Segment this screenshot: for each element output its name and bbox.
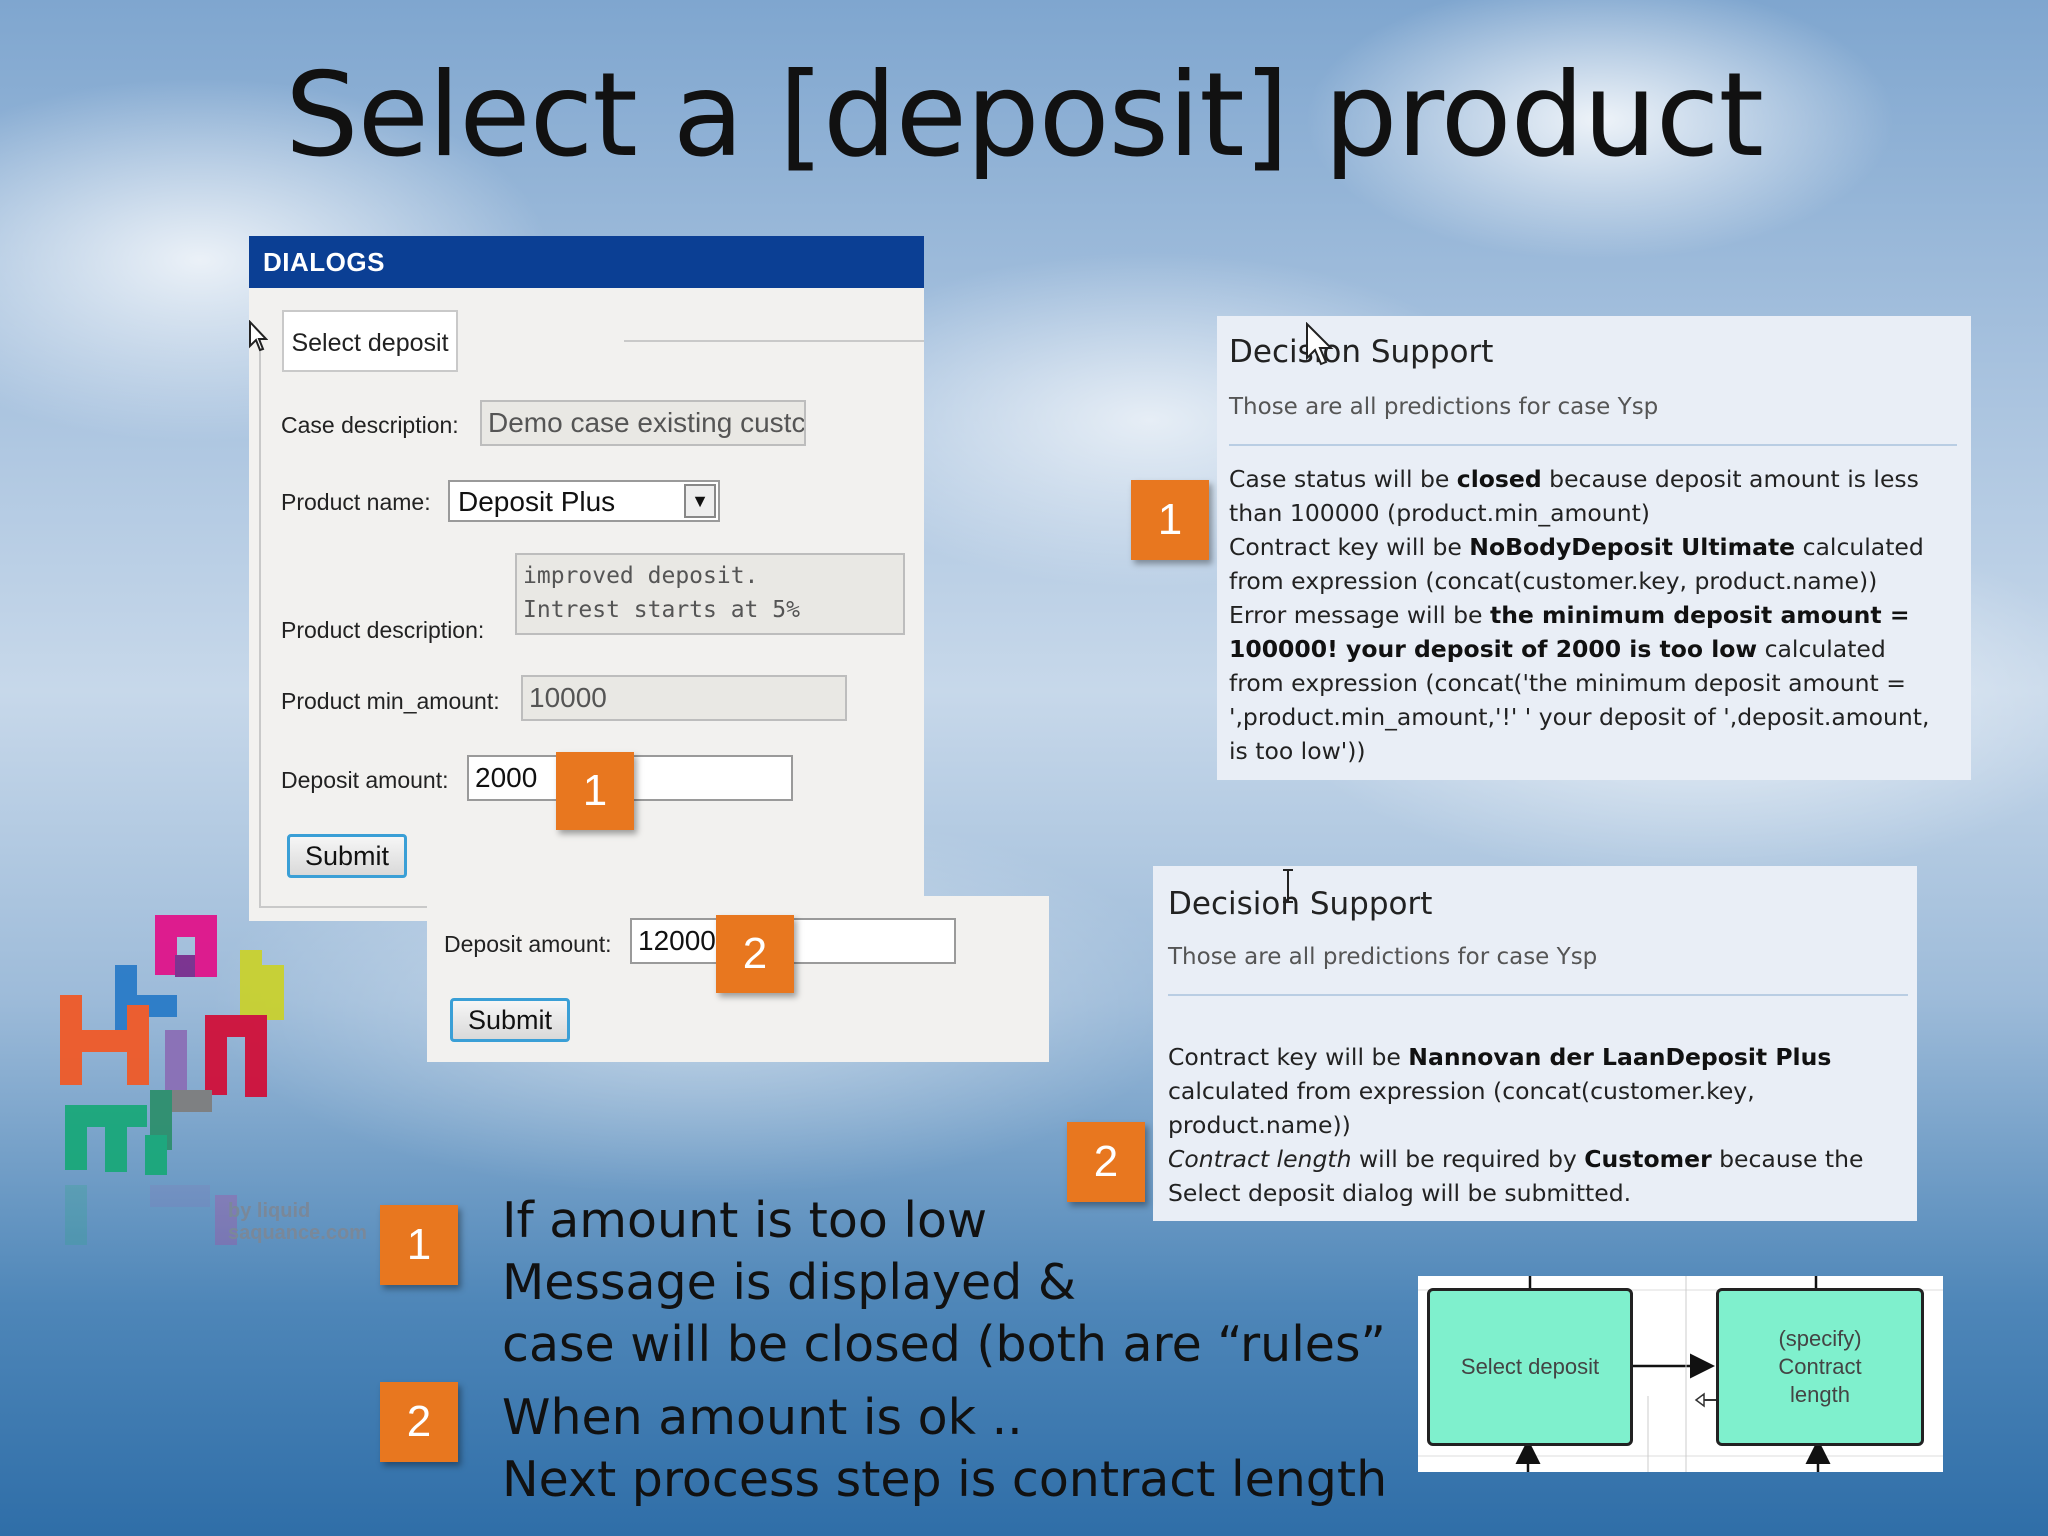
process-step-contract-length[interactable]: (specify) Contract length	[1716, 1288, 1924, 1446]
tab-select-deposit[interactable]: Select deposit	[282, 310, 458, 372]
product-name-label: Product name:	[281, 489, 431, 515]
pointer-cursor-icon	[249, 320, 268, 352]
decision-support-subtitle: Those are all predictions for case Ysp	[1229, 394, 1659, 420]
product-min-amount-field[interactable]: 10000	[521, 675, 847, 721]
product-description-field[interactable]: improved deposit. Intrest starts at 5%	[515, 553, 905, 635]
logo-caption: by liquid saquance.com	[228, 1200, 367, 1244]
tab-divider	[624, 340, 924, 342]
process-step-select-deposit[interactable]: Select deposit	[1427, 1288, 1633, 1446]
badge-1-input: 1	[556, 752, 634, 830]
submit-button-2[interactable]: Submit	[450, 998, 570, 1042]
product-name-select[interactable]: Deposit Plus ▼	[448, 480, 720, 522]
decision-support-panel-2: Decision Support Those are all predictio…	[1153, 866, 1917, 1221]
deposit-amount-label: Deposit amount:	[281, 767, 449, 793]
prediction-text: Contract key will be Nannovan der LaanDe…	[1168, 1043, 1864, 1207]
decision-support-title: Decision Support	[1168, 886, 1433, 922]
bullet-1-text: If amount is too low Message is displaye…	[502, 1192, 1386, 1373]
case-description-field[interactable]: Demo case existing custc	[480, 400, 806, 446]
badge-2-input: 2	[716, 915, 794, 993]
product-description-line: Intrest starts at 5%	[523, 597, 800, 623]
prediction-text: Case status will be closed because depos…	[1229, 465, 1930, 765]
product-name-value: Deposit Plus	[458, 486, 616, 517]
divider	[1168, 994, 1908, 996]
product-min-amount-label: Product min_amount:	[281, 688, 500, 714]
badge-1-bullet: 1	[380, 1205, 458, 1285]
product-description-label: Product description:	[281, 617, 485, 643]
process-diagram: Select deposit (specify) Contract length	[1418, 1276, 1943, 1472]
divider	[1229, 444, 1957, 446]
badge-1-decision: 1	[1131, 480, 1209, 560]
slide-title: Select a [deposit] product	[285, 48, 1764, 183]
badge-2-bullet: 2	[380, 1382, 458, 1462]
case-description-label: Case description:	[281, 412, 459, 438]
chevron-down-icon[interactable]: ▼	[684, 484, 716, 518]
dialogs-header: DIALOGS	[249, 236, 924, 288]
deposit-amount-label-2: Deposit amount:	[444, 931, 612, 957]
decision-support-subtitle: Those are all predictions for case Ysp	[1168, 944, 1598, 970]
bullet-2-text: When amount is ok .. Next process step i…	[502, 1389, 1388, 1508]
decision-support-panel-1: Decision Support Those are all predictio…	[1217, 316, 1971, 780]
text-cursor-icon	[1283, 869, 1293, 903]
product-description-line: improved deposit.	[523, 563, 759, 589]
submit-button[interactable]: Submit	[287, 834, 407, 878]
decision-support-title: Decision Support	[1229, 334, 1494, 370]
mouse-pointer-icon	[1306, 322, 1334, 366]
